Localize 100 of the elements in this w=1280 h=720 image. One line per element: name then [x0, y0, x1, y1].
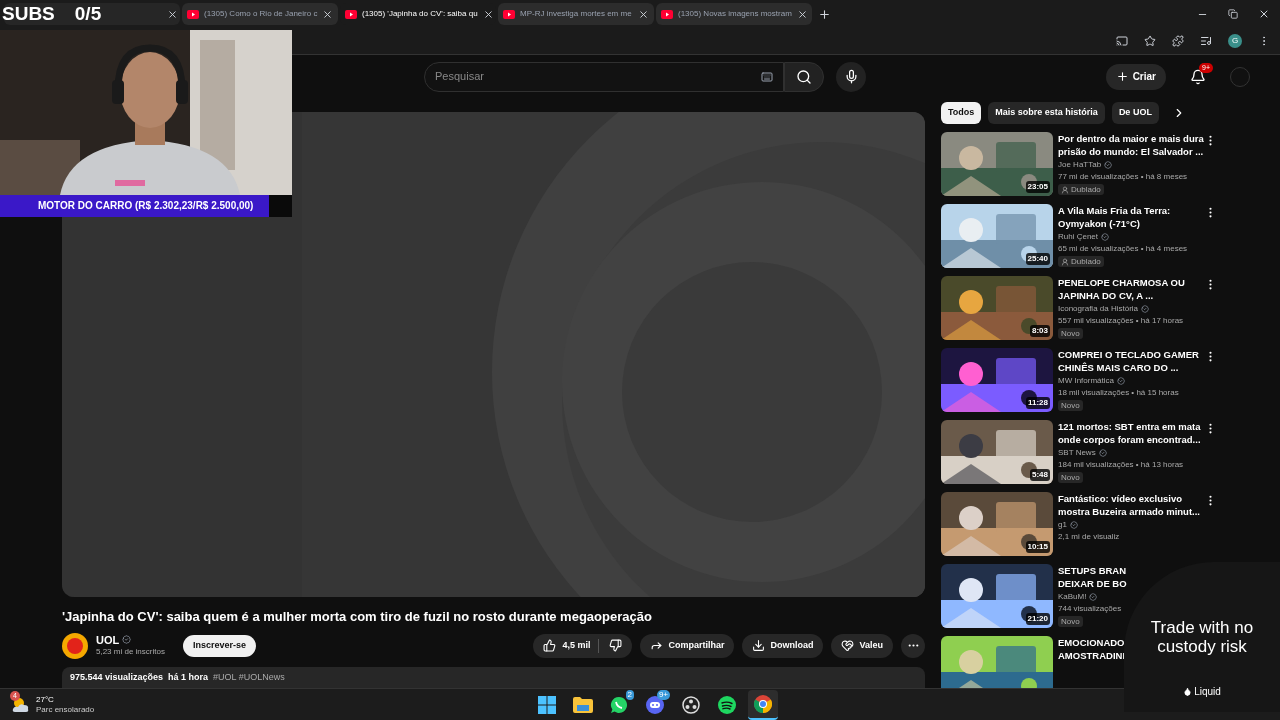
- extensions-icon[interactable]: [1172, 35, 1184, 47]
- thumbs-up-icon: [543, 639, 557, 652]
- weather-condition: Parc ensolarado: [36, 704, 95, 715]
- browser-tab[interactable]: [4, 3, 180, 25]
- close-icon[interactable]: [796, 8, 808, 20]
- video-meta: 77 mi de visualizações • há 8 meses: [1058, 171, 1189, 183]
- video-badge: Dublado: [1058, 256, 1104, 267]
- media-icon[interactable]: [1200, 35, 1212, 47]
- video-title[interactable]: COMPREI O TECLADO GAMER CHINÊS MAIS CARO DO ...: [1058, 348, 1208, 374]
- microphone-icon: [843, 69, 859, 84]
- video-title[interactable]: A Vila Mais Fria da Terra: Oymyakon (-71°C): [1058, 204, 1208, 230]
- channel-name[interactable]: SBT News: [1058, 447, 1096, 459]
- subs-label: SUBS: [2, 2, 55, 26]
- create-button[interactable]: Criar: [1105, 63, 1166, 90]
- channel-name[interactable]: KaBuM!: [1058, 591, 1087, 603]
- browser-tab[interactable]: (1305) Novas imagens mostram: [656, 3, 812, 25]
- channel-name[interactable]: MW Informática: [1058, 375, 1114, 387]
- duration: 8:03: [1030, 325, 1050, 337]
- share-button[interactable]: Compartilhar: [640, 633, 735, 658]
- thumbs-down-icon: [609, 639, 623, 652]
- channel-name[interactable]: UOL: [96, 633, 120, 646]
- verified-icon: [1141, 305, 1150, 313]
- video-site-icon: [503, 9, 515, 19]
- search-field[interactable]: Pesquisar: [424, 61, 784, 92]
- video-meta: 557 mil visualizações • há 17 horas: [1058, 315, 1185, 327]
- thanks-button[interactable]: Valeu: [831, 633, 893, 658]
- video-title[interactable]: 121 mortos: SBT entra em mata onde corpos foram encontrad...: [1058, 420, 1208, 446]
- app-badge: 2: [625, 689, 634, 700]
- verified-icon: [1098, 449, 1107, 457]
- duration: 23:05: [1025, 181, 1050, 193]
- video-title[interactable]: Por dentro da maior e mais dura prisão do mundo: El Salvador ...: [1058, 132, 1208, 158]
- tab-title: (1305) 'Japinha do CV': saiba qu: [362, 8, 478, 20]
- close-icon[interactable]: [638, 8, 649, 20]
- channel-name[interactable]: Joe HaTTab: [1058, 159, 1102, 171]
- video-badge: Dublado: [1058, 184, 1104, 195]
- video-meta: 744 visualizações: [1058, 603, 1123, 615]
- channel-name[interactable]: Iconografia da História: [1058, 303, 1139, 315]
- folder-icon: [573, 696, 593, 713]
- hashtags: #UOL #UOLNews: [213, 670, 285, 684]
- video-site-icon: [187, 9, 199, 19]
- microphone-button[interactable]: [836, 61, 866, 92]
- video-meta: 65 mi de visualizações • há 4 meses: [1058, 243, 1189, 255]
- taskbar-app[interactable]: [748, 689, 778, 720]
- video-title[interactable]: Fantástico: vídeo exclusivo mostra Buzeira armado minut...: [1058, 492, 1208, 518]
- verified-icon: [1104, 161, 1113, 169]
- filter-chip[interactable]: De UOL: [1111, 102, 1159, 124]
- video-title: 'Japinha do CV': saiba quem é a mulher morta com tiro de fuzil no rosto durante megaoperação: [62, 608, 653, 626]
- keyboard-icon[interactable]: [761, 70, 773, 83]
- close-icon[interactable]: [1258, 8, 1270, 20]
- duration: 5:48: [1030, 469, 1050, 481]
- search-button[interactable]: [784, 61, 824, 92]
- verified-icon: [1069, 521, 1078, 529]
- person-icon: [1061, 185, 1069, 194]
- browser-tab[interactable]: MP-RJ investiga mortes em me: [498, 3, 654, 25]
- profile-avatar[interactable]: G: [1228, 34, 1242, 48]
- new-tab-icon[interactable]: [818, 7, 831, 21]
- verified-icon: [1089, 593, 1098, 601]
- close-icon[interactable]: [167, 8, 178, 20]
- star-icon[interactable]: [1144, 35, 1156, 47]
- upload-age: há 1 hora: [168, 670, 209, 684]
- duration: 25:40: [1025, 253, 1050, 265]
- duration: 21:20: [1025, 613, 1050, 625]
- weather-icon[interactable]: [12, 696, 30, 713]
- video-meta: 18 mil visualizações • há 15 horas: [1058, 387, 1180, 399]
- share-icon: [650, 639, 664, 652]
- ad-headline: Trade with no custody risk: [1149, 618, 1255, 656]
- browser-tab[interactable]: (1305) Como o Rio de Janeiro c: [182, 3, 338, 25]
- game-controller-icon: [646, 695, 664, 714]
- subscriber-count: 5,23 mi de inscritos: [96, 645, 165, 658]
- video-meta: 2,1 mi de visualiz: [1058, 531, 1121, 543]
- channel-name[interactable]: g1: [1058, 519, 1067, 531]
- channel-name[interactable]: Ruhi Çenet: [1058, 231, 1099, 243]
- close-icon[interactable]: [322, 8, 334, 20]
- description-panel[interactable]: 975.544 visualizações há 1 hora #UOL #UOLNews: [62, 666, 925, 688]
- video-site-icon: [661, 9, 673, 19]
- restore-icon[interactable]: [1228, 9, 1238, 19]
- temperature: 27°C: [36, 694, 55, 705]
- filter-chip[interactable]: Mais sobre esta história: [988, 102, 1105, 124]
- channel-logo[interactable]: [62, 632, 88, 659]
- notifications-icon[interactable]: [1190, 68, 1206, 85]
- search-icon: [796, 68, 812, 85]
- video-title[interactable]: PENELOPE CHARMOSA OU JAPINHA DO CV, A ...: [1058, 276, 1208, 302]
- chat-bubble-icon: [610, 695, 628, 714]
- download-button[interactable]: Download: [742, 633, 824, 658]
- close-icon[interactable]: [482, 8, 494, 20]
- video-meta: 184 mil visualizações • há 13 horas: [1058, 459, 1185, 471]
- download-icon: [752, 639, 766, 652]
- plus-icon: [1115, 70, 1129, 83]
- filter-chip[interactable]: Todos: [941, 102, 982, 124]
- duration: 10:15: [1025, 541, 1050, 553]
- tab-title: (1305) Como o Rio de Janeiro c: [204, 8, 318, 20]
- more-button[interactable]: [901, 633, 925, 658]
- browser-icon: [754, 694, 772, 713]
- verified-icon: [122, 635, 132, 644]
- cast-icon[interactable]: [1116, 35, 1128, 47]
- goal-text: MOTOR DO CARRO (R$ 2.302,23/R$ 2.500,00): [38, 200, 254, 212]
- drop-icon: [1183, 687, 1193, 696]
- tab-title: MP-RJ investiga mortes em me: [520, 8, 633, 20]
- video-badge: Novo: [1058, 472, 1083, 483]
- subscribe-button[interactable]: Inscrever-se: [182, 634, 256, 657]
